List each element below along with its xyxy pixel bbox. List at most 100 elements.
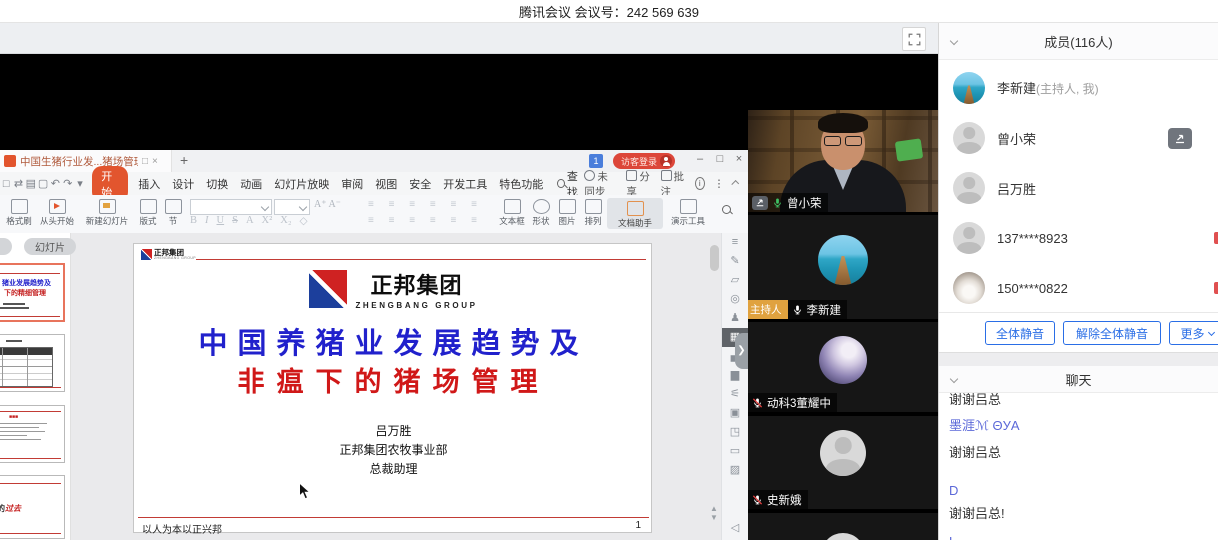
mute-all-button[interactable]: 全体静音 xyxy=(985,321,1055,345)
layout-button[interactable]: 版式 xyxy=(134,197,162,227)
chat-message-list[interactable]: 谢谢吕总 墨涯ℳ ΘУΑ 谢谢吕总 D 谢谢吕总! L xyxy=(939,393,1218,540)
wps-document-tab[interactable]: 中国生猪行业发...猪场管理2.0 □ × xyxy=(0,150,172,172)
italic-button[interactable]: I xyxy=(205,215,209,227)
member-row[interactable]: 137****8923 xyxy=(939,213,1218,263)
member-row[interactable]: 李新建(主持人, 我) xyxy=(939,63,1218,113)
undo-icon[interactable]: ↶ xyxy=(49,177,61,190)
share-button[interactable]: 分享 xyxy=(626,169,651,199)
menu-animation[interactable]: 动画 xyxy=(240,176,262,192)
print-icon[interactable]: ▤ xyxy=(25,177,37,190)
redo-icon[interactable]: ↷ xyxy=(62,177,74,190)
window-minimize-button[interactable]: – xyxy=(692,153,708,165)
save-icon[interactable]: □ xyxy=(0,178,12,190)
ribbon-search-icon[interactable] xyxy=(722,205,731,214)
video-tile-shixine[interactable]: 史新娥 xyxy=(748,416,938,509)
fullscreen-button[interactable] xyxy=(902,27,926,51)
menu-design[interactable]: 设计 xyxy=(172,176,194,192)
mic-on-icon xyxy=(772,197,783,209)
picture-button[interactable]: 图片 xyxy=(554,197,580,227)
speaker-icon[interactable]: ◁ xyxy=(722,519,748,538)
image-tool-icon[interactable]: ▣ xyxy=(722,404,748,423)
divider xyxy=(939,312,1218,313)
doc-assistant-button[interactable]: 文档助手 xyxy=(607,198,663,229)
help-icon[interactable]: i xyxy=(695,177,705,190)
format-painter-button[interactable]: 格式刷 xyxy=(4,197,34,227)
menu-devtools[interactable]: 开发工具 xyxy=(443,176,487,192)
play-from-start-button[interactable]: 从头开始 xyxy=(36,197,78,227)
paragraph-icons-row1[interactable]: ≡ ≡ ≡ ≡ ≡ ≡ xyxy=(368,199,483,210)
font-format-row: B I U S A X² X₂ ◇ xyxy=(190,215,308,227)
frame-icon[interactable]: ▭ xyxy=(722,442,748,461)
settings-icon[interactable]: ◎ xyxy=(722,290,748,309)
present-tools-button[interactable]: 演示工具 xyxy=(668,197,708,227)
slide-thumbnail-4[interactable]: 猪行业的过去 xyxy=(0,475,65,539)
sync-status[interactable]: 未同步 xyxy=(584,169,617,199)
subscript-button[interactable]: X₂ xyxy=(280,215,291,227)
text-effect-button[interactable]: ◇ xyxy=(300,215,308,227)
menu-review[interactable]: 审阅 xyxy=(341,176,363,192)
unmute-all-button[interactable]: 解除全体静音 xyxy=(1063,321,1161,345)
slide-thumbnail-2[interactable] xyxy=(0,334,65,392)
chat-header[interactable]: 聊天 xyxy=(939,366,1218,393)
menu-insert[interactable]: 插入 xyxy=(138,176,160,192)
tab-close-icon[interactable]: × xyxy=(152,156,158,167)
prev-next-slide-buttons[interactable]: ▲▼ xyxy=(709,504,719,522)
notification-badge[interactable]: 1 xyxy=(589,154,603,168)
menu-features[interactable]: 特色功能 xyxy=(499,176,543,192)
collapse-ribbon-icon[interactable] xyxy=(732,180,740,188)
object-icon[interactable]: ▱ xyxy=(722,271,748,290)
member-row[interactable]: 吕万胜 xyxy=(939,163,1218,213)
collapse-chat-icon[interactable] xyxy=(950,375,958,383)
menu-security[interactable]: 安全 xyxy=(409,176,431,192)
strikethrough-button[interactable]: S xyxy=(232,215,238,227)
video-tile-zengxiaorong[interactable]: 曾小荣 xyxy=(748,110,938,212)
font-color-button[interactable]: A xyxy=(246,215,254,227)
properties-icon[interactable]: ≡ xyxy=(722,233,748,252)
member-row[interactable]: 150****0822 xyxy=(939,263,1218,313)
tab-pin-icon[interactable]: □ xyxy=(142,156,148,167)
video-tile-lixinjian[interactable]: 主持人 李新建 xyxy=(748,215,938,319)
superscript-button[interactable]: X² xyxy=(262,215,273,227)
menu-view[interactable]: 视图 xyxy=(375,176,397,192)
member-row[interactable]: 曾小荣 xyxy=(939,113,1218,163)
font-name-select[interactable] xyxy=(190,199,272,215)
more-button[interactable]: 更多 xyxy=(1169,321,1218,345)
style-brush-icon[interactable]: ✎ xyxy=(722,252,748,271)
arrange-button[interactable]: 排列 xyxy=(580,197,606,227)
textbox-button[interactable]: 文本框 xyxy=(496,197,528,227)
collapse-members-icon[interactable] xyxy=(950,37,958,45)
comment-button[interactable]: 批注 xyxy=(661,169,686,199)
more-menu-icon[interactable]: ⋮ xyxy=(714,178,725,190)
slide-scrollbar-thumb[interactable] xyxy=(710,245,719,271)
video-tile-partial[interactable] xyxy=(748,513,938,540)
sync-icon[interactable]: ⇄ xyxy=(12,177,24,190)
shapes-button[interactable]: 形状 xyxy=(528,197,554,227)
award-icon[interactable]: ♟ xyxy=(722,309,748,328)
logo-cn-text: 正邦集团 xyxy=(355,268,477,300)
export-icon[interactable]: ◳ xyxy=(722,423,748,442)
slide-thumbnail-1[interactable]: 猪业发展趋势及 下的精细管理 xyxy=(0,263,65,322)
font-grow-shrink[interactable]: A⁺ A⁻ xyxy=(314,199,341,210)
preview-icon[interactable]: ▢ xyxy=(37,177,49,190)
window-close-button[interactable]: × xyxy=(731,153,747,165)
section-button[interactable]: 节 xyxy=(164,197,182,227)
new-tab-button[interactable]: + xyxy=(180,152,188,168)
flow-icon[interactable]: ⚟ xyxy=(722,385,748,404)
underline-button[interactable]: U xyxy=(217,215,225,227)
video-tile-dongyaozhong[interactable]: 动科3董耀中 xyxy=(748,322,938,412)
slide-canvas[interactable]: 正邦集团 ZHENGBANG GROUP 正邦集团 ZHENGBANG GROU… xyxy=(133,243,652,533)
new-slide-button[interactable]: 新建幻灯片 xyxy=(82,197,132,227)
members-header[interactable]: 成员(116人) xyxy=(939,23,1218,60)
paragraph-icons-row2[interactable]: ≡ ≡ ≡ ≡ ≡ ≡ xyxy=(368,215,483,226)
quickbar-dropdown-icon[interactable]: ▾ xyxy=(74,177,86,190)
panel-expander-handle[interactable]: ❯ xyxy=(735,333,748,369)
slides-tab-pill[interactable]: 幻灯片 xyxy=(24,238,76,255)
guest-login-button[interactable]: 访客登录 xyxy=(613,153,675,169)
slide-thumbnail-3[interactable]: ■■■ xyxy=(0,405,65,463)
menu-slideshow[interactable]: 幻灯片放映 xyxy=(274,176,329,192)
font-size-select[interactable] xyxy=(274,199,310,215)
photo-icon[interactable]: ▨ xyxy=(722,461,748,480)
bold-button[interactable]: B xyxy=(190,215,197,227)
menu-transition[interactable]: 切换 xyxy=(206,176,228,192)
window-maximize-button[interactable]: □ xyxy=(712,153,728,165)
